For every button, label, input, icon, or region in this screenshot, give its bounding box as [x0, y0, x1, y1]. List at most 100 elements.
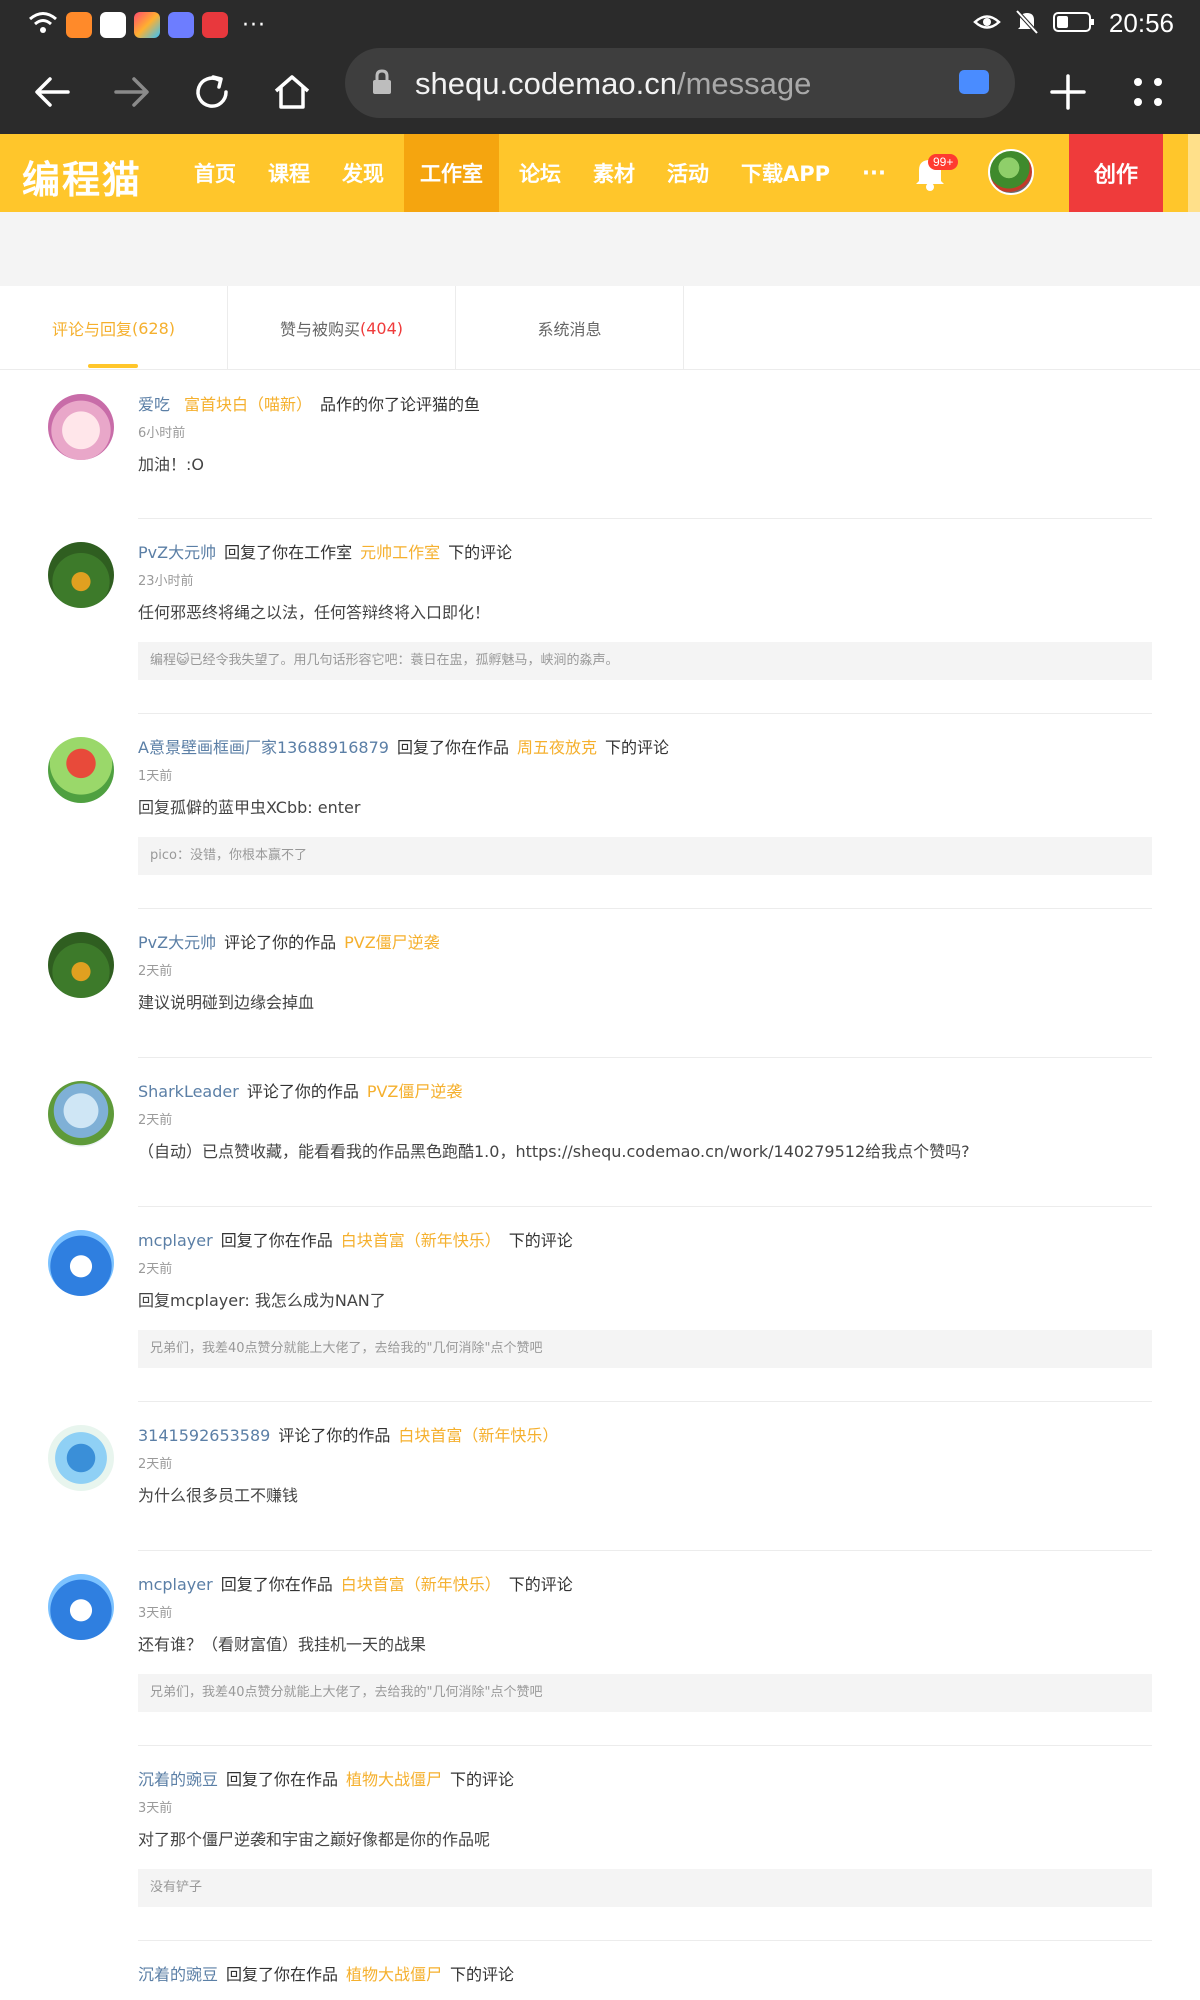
- username-link[interactable]: PvZ大元帅: [138, 543, 216, 562]
- username-link[interactable]: 沉着的豌豆: [138, 1770, 218, 1789]
- back-button[interactable]: [24, 64, 80, 120]
- avatar[interactable]: [48, 932, 114, 998]
- action-text: 回复了你在作品: [226, 1965, 339, 1984]
- reload-button[interactable]: [184, 64, 240, 120]
- notification-app-icon: [100, 12, 126, 38]
- action-text: 评论了你的作品: [246, 1082, 359, 1101]
- username-link[interactable]: 爱吃: [138, 395, 170, 414]
- divider: [138, 518, 1152, 519]
- work-link[interactable]: 元帅工作室: [360, 543, 440, 562]
- nav-home[interactable]: 首页: [182, 134, 248, 212]
- quoted-comment: pico：没错，你根本赢不了: [138, 837, 1152, 875]
- nav-courses[interactable]: 课程: [256, 134, 322, 212]
- work-link[interactable]: 周五夜放克: [517, 738, 597, 757]
- forward-button[interactable]: [104, 64, 160, 120]
- timestamp: 2天前: [138, 1113, 173, 1128]
- tab-likes[interactable]: 赞与被购买 (404): [228, 286, 456, 370]
- divider: [138, 1206, 1152, 1207]
- nav-events[interactable]: 活动: [655, 134, 721, 212]
- active-tab-indicator: [88, 364, 138, 368]
- create-button[interactable]: 创作: [1069, 134, 1163, 212]
- tab-count: (628): [131, 318, 176, 338]
- wifi-icon: [28, 10, 58, 40]
- work-link[interactable]: 植物大战僵尸: [346, 1770, 442, 1789]
- username-link[interactable]: mcplayer: [138, 1231, 213, 1250]
- work-link[interactable]: PVZ僵尸逆袭: [344, 933, 440, 952]
- timestamp: 2天前: [138, 1262, 173, 1277]
- action-suffix: 下的评论: [450, 1965, 515, 1984]
- timestamp: 3天前: [138, 1606, 173, 1621]
- action-text: 评论了你的作品: [224, 933, 337, 952]
- action-suffix: 下的评论: [448, 543, 513, 562]
- avatar[interactable]: [48, 542, 114, 608]
- username-link[interactable]: mcplayer: [138, 1575, 213, 1594]
- notification-badge: 99+: [928, 154, 959, 170]
- timestamp: 2天前: [138, 964, 173, 979]
- browser-menu-button[interactable]: [1120, 64, 1176, 120]
- quoted-comment: 兄弟们，我差40点赞分就能上大佬了，去给我的"几何消除"点个赞吧: [138, 1330, 1152, 1368]
- main-nav: 首页 课程 发现 工作室 论坛 素材 活动 下载APP ···: [182, 134, 906, 212]
- nav-studio[interactable]: 工作室: [404, 134, 499, 212]
- battery-icon: [1052, 11, 1095, 37]
- avatar[interactable]: [48, 1574, 114, 1640]
- user-avatar[interactable]: [988, 149, 1034, 195]
- home-button[interactable]: [264, 64, 320, 120]
- message-panel: 评论与回复 (628) 赞与被购买 (404) 系统消息 爱吃 富首块白（喵新） 品作的…: [0, 286, 1200, 2000]
- eye-icon: [973, 11, 1001, 37]
- username-link[interactable]: SharkLeader: [138, 1082, 239, 1101]
- work-link[interactable]: 白块首富（新年快乐）: [341, 1575, 501, 1594]
- work-link[interactable]: PVZ僵尸逆袭: [367, 1082, 463, 1101]
- avatar[interactable]: [48, 1081, 114, 1147]
- work-link[interactable]: 白块首富（新年快乐）: [341, 1231, 501, 1250]
- header-edge: [1188, 134, 1200, 212]
- action-text: 评论了你的作品: [278, 1426, 391, 1445]
- username-link[interactable]: 3141592653589: [138, 1426, 270, 1445]
- action-text: 回复了你在作品: [396, 738, 509, 757]
- action-suffix: 下的评论: [508, 1231, 573, 1250]
- tab-label: 赞与被购买: [279, 320, 360, 339]
- plus-icon: [1050, 74, 1086, 110]
- quoted-comment: 没有铲子: [138, 1869, 1152, 1907]
- comment-text: 对了那个僵尸逆袭和宇宙之巅好像都是你的作品呢: [138, 1830, 491, 1849]
- music-app-icon: [168, 12, 194, 38]
- nav-forum[interactable]: 论坛: [507, 134, 573, 212]
- notification-app-icon: [66, 12, 92, 38]
- comment-text: 回复孤僻的蓝甲虫XCbb: enter: [138, 798, 361, 817]
- more-notifications-icon: ···: [242, 12, 266, 38]
- nav-discover[interactable]: 发现: [330, 134, 396, 212]
- nav-more[interactable]: ···: [850, 134, 898, 212]
- nav-materials[interactable]: 素材: [581, 134, 647, 212]
- username-link[interactable]: 沉着的豌豆: [138, 1965, 218, 1984]
- nav-download-app[interactable]: 下载APP: [729, 134, 842, 212]
- timestamp: 6小时前: [138, 426, 186, 441]
- divider: [138, 1745, 1152, 1746]
- work-link[interactable]: 植物大战僵尸: [346, 1965, 442, 1984]
- comment-text: 建议说明碰到边缘会掉血: [138, 993, 315, 1012]
- browser-toolbar: shequ.codemao.cn/message: [0, 48, 1200, 134]
- arrow-right-icon: [114, 77, 149, 107]
- action-text: 回复了你在作品: [226, 1770, 339, 1789]
- avatar[interactable]: [48, 1425, 114, 1491]
- username-link[interactable]: PvZ大元帅: [138, 933, 216, 952]
- timestamp: 1天前: [138, 769, 173, 784]
- work-link[interactable]: 富首块白（喵新）: [184, 395, 312, 414]
- avatar[interactable]: [48, 1230, 114, 1296]
- address-bar[interactable]: shequ.codemao.cn/message: [345, 48, 1015, 118]
- action-suffix: 下的评论: [508, 1575, 573, 1594]
- tab-system[interactable]: 系统消息: [456, 286, 684, 370]
- quoted-comment: 编程😺已经令我失望了。用几句话形容它吧：蓑日在盅，孤孵魅马，峡涧的淼声。: [138, 642, 1152, 680]
- divider: [138, 1940, 1152, 1941]
- avatar[interactable]: [48, 394, 114, 460]
- username-link[interactable]: A意景壁画框画厂家13688916879: [138, 738, 389, 757]
- work-link[interactable]: 白块首富（新年快乐）: [398, 1426, 558, 1445]
- clock: 20:56: [1108, 8, 1174, 38]
- site-logo[interactable]: 编程猫: [22, 149, 142, 204]
- new-tab-button[interactable]: [1040, 64, 1096, 120]
- action-text: 品作的你了论评猫的鱼: [320, 395, 481, 414]
- comment-text: 还有谁？（看财富值）我挂机一天的战果: [138, 1635, 427, 1654]
- avatar[interactable]: [48, 737, 114, 803]
- mute-icon: [1015, 9, 1039, 39]
- status-bar: ··· 20:56: [0, 0, 1200, 48]
- tab-switcher-icon[interactable]: [959, 70, 989, 94]
- tab-comments[interactable]: 评论与回复 (628): [0, 286, 228, 370]
